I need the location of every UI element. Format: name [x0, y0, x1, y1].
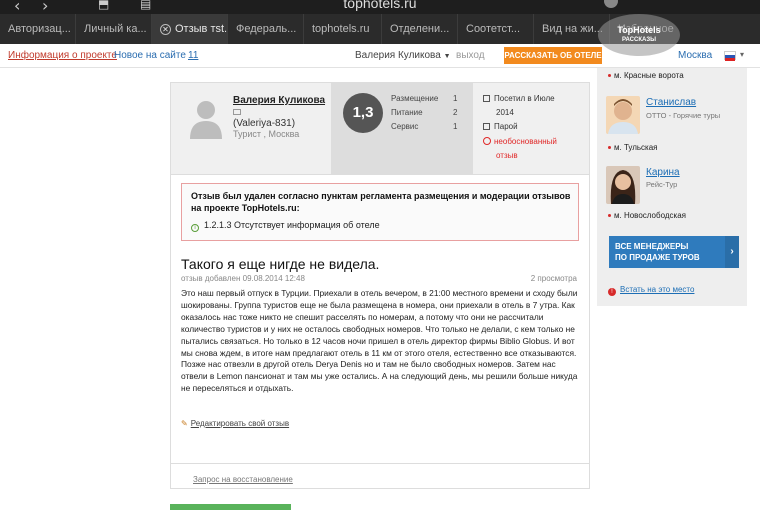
review-card: Валерия Куликова (Valeriya-831) Турист ,… — [170, 82, 590, 489]
rating-value: 1 — [453, 122, 458, 131]
tab-0[interactable]: Авторизац... — [0, 14, 76, 44]
notice-item-text: 1.2.1.3 Отсутствует информация об отеле — [204, 220, 380, 230]
manager-metro: м. Тульская — [608, 143, 658, 152]
author-info: Турист , Москва — [233, 129, 300, 139]
info-icon: i — [191, 224, 199, 232]
arrow-right-icon: › — [725, 236, 739, 268]
all-managers-button[interactable]: ВСЕ МЕНЕДЖЕРЫ ПО ПРОДАЖЕ ТУРОВ › — [609, 236, 739, 268]
take-spot-link[interactable]: ! Встать на это место — [608, 285, 694, 296]
caret-down-icon: ▼ — [443, 53, 451, 60]
author-login: (Valeriya-831) — [233, 118, 296, 129]
notice-title: Отзыв был удален согласно пунктам реглам… — [191, 191, 571, 213]
green-button[interactable] — [170, 504, 291, 510]
manager-name[interactable]: Станислав — [646, 97, 696, 108]
chevron-down-icon[interactable]: ▾ — [740, 50, 744, 59]
manager-photo[interactable] — [606, 166, 640, 204]
russia-flag-icon[interactable] — [724, 51, 736, 61]
people-icon — [483, 123, 490, 130]
edit-review-label: Редактировать свой отзыв — [190, 419, 290, 428]
edit-review-link[interactable]: ✎ Редактировать свой отзыв — [181, 419, 289, 428]
visit-date: Посетил в Июле — [483, 94, 555, 103]
new-count-link[interactable]: 11 — [188, 50, 198, 61]
all-managers-line1: ВСЕ МЕНЕДЖЕРЫ — [615, 242, 689, 251]
tab-label: Отзыв тst... — [175, 23, 228, 35]
manager-photo[interactable] — [606, 96, 640, 134]
rating-value: 1 — [453, 94, 458, 103]
deletion-notice: Отзыв был удален согласно пунктам реглам… — [181, 183, 579, 241]
manager-company: ОТТО - Горячие туры — [646, 111, 721, 120]
logo-line1: TopHotels — [617, 25, 661, 35]
address-bar[interactable]: tophotels.ru — [0, 0, 760, 11]
restore-request-link[interactable]: Запрос на восстановление — [171, 463, 589, 489]
tab-active[interactable]: ✕ Отзыв тst... — [152, 14, 228, 44]
rating-label: Размещение — [391, 94, 439, 103]
overall-score: 1,3 — [343, 93, 383, 133]
rating-label: Сервис — [391, 122, 419, 131]
new-link[interactable]: Новое на сайте — [114, 50, 186, 61]
user-menu[interactable]: Валерия Куликова ▼ — [355, 50, 451, 61]
user-avatar-icon — [190, 101, 222, 139]
author-login-row: (Valeriya-831) — [233, 107, 295, 129]
visit-date-line1: Посетил в Июле — [494, 94, 555, 103]
pencil-icon: ✎ — [181, 419, 188, 428]
manager-name[interactable]: Карина — [646, 167, 680, 178]
about-link[interactable]: Информация о проекте — [8, 50, 117, 61]
take-spot-label: Встать на это место — [620, 285, 695, 294]
companions: Парой — [483, 122, 518, 131]
metro-dot-icon — [608, 214, 611, 217]
notice-item: i 1.2.1.3 Отсутствует информация об отеле — [191, 220, 380, 232]
review-status: необоснованный — [483, 137, 557, 146]
metro-dot-icon — [608, 74, 611, 77]
visit-year: 2014 — [496, 108, 514, 117]
rating-label: Питание — [391, 108, 423, 117]
status-line1: необоснованный — [494, 137, 557, 146]
all-managers-line2: ПО ПРОДАЖЕ ТУРОВ — [615, 253, 700, 262]
review-title: Такого я еще нигде не видела. — [181, 256, 380, 272]
metro-text: м. Новослободская — [614, 211, 686, 220]
city-select[interactable]: Москва — [678, 50, 712, 61]
tab-3[interactable]: Федераль... — [228, 14, 304, 44]
blocked-icon — [483, 137, 491, 145]
tab-1[interactable]: Личный ка... — [76, 14, 152, 44]
tab-close-icon[interactable]: ✕ — [160, 23, 171, 35]
review-text: Это наш первый отпуск в Турции. Приехали… — [181, 288, 578, 394]
tab-5[interactable]: Отделени... — [382, 14, 458, 44]
metro-text: м. Тульская — [614, 143, 658, 152]
calendar-icon — [483, 95, 490, 102]
metro-text: м. Красные ворота — [614, 71, 684, 80]
author-name[interactable]: Валерия Куликова — [233, 95, 325, 106]
tophotels-logo[interactable]: TopHotels РАССКАЗЫ — [598, 14, 680, 56]
metro-station: м. Красные ворота — [608, 71, 684, 80]
rating-value: 2 — [453, 108, 458, 117]
manager-company: Рейс-Тур — [646, 180, 678, 189]
review-header: Валерия Куликова (Valeriya-831) Турист ,… — [171, 83, 589, 175]
logo-line2: РАССКАЗЫ — [622, 37, 656, 43]
tab-6[interactable]: Соотетст... — [458, 14, 534, 44]
tell-about-hotel-button[interactable]: РАССКАЗАТЬ ОБ ОТЕЛЕ — [504, 47, 602, 64]
metro-dot-icon — [608, 146, 611, 149]
manager-metro: м. Новослободская — [608, 211, 686, 220]
mail-icon[interactable] — [233, 109, 241, 116]
review-views: 2 просмотра — [530, 274, 577, 283]
companions-text: Парой — [494, 122, 518, 131]
logout-link[interactable]: выход — [456, 50, 485, 61]
user-name: Валерия Куликова — [355, 50, 441, 61]
browser-toolbar: ‹ › ⬒ ▤ tophotels.ru — [0, 0, 760, 14]
tab-4[interactable]: tophotels.ru — [304, 14, 382, 44]
status-line2: отзыв — [496, 151, 518, 160]
review-date: отзыв добавлен 09.08.2014 12:48 — [181, 274, 305, 283]
exclamation-icon: ! — [608, 288, 616, 296]
